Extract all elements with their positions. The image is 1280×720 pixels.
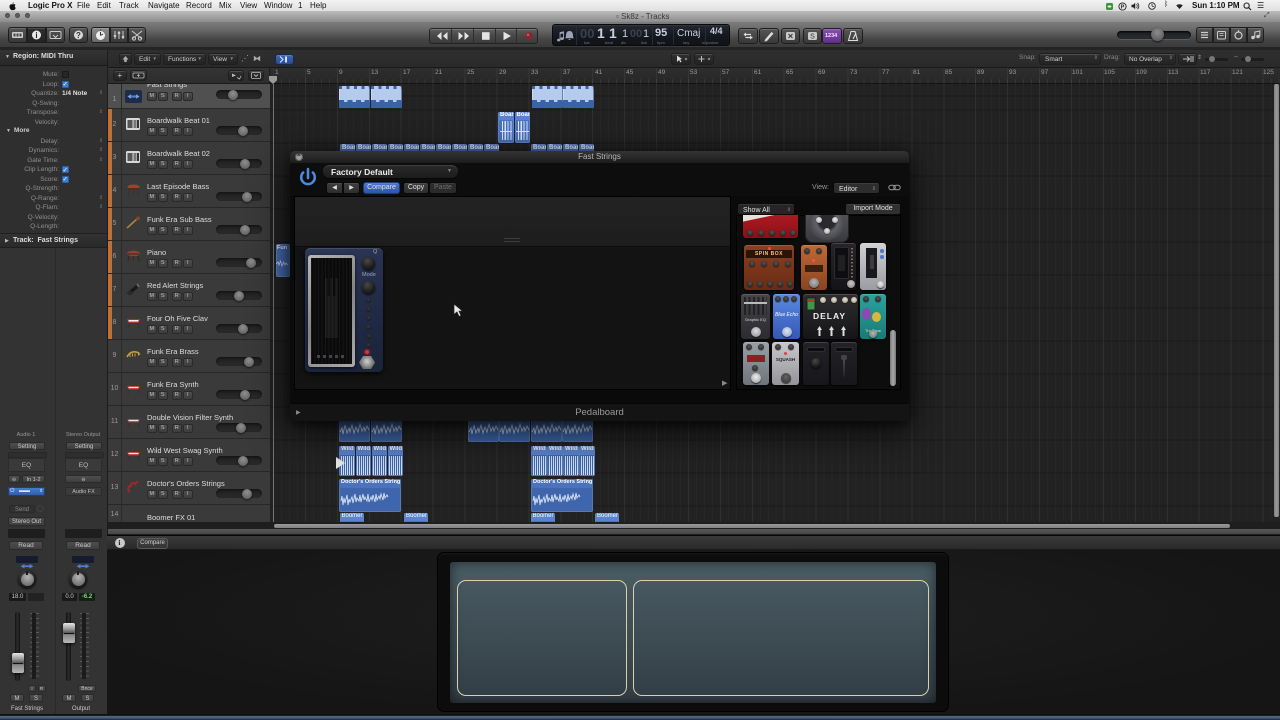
svg-text:?: ? bbox=[76, 31, 81, 40]
svg-text:P: P bbox=[1121, 4, 1125, 10]
svg-text:S: S bbox=[810, 34, 815, 41]
svg-text:i: i bbox=[35, 31, 37, 40]
